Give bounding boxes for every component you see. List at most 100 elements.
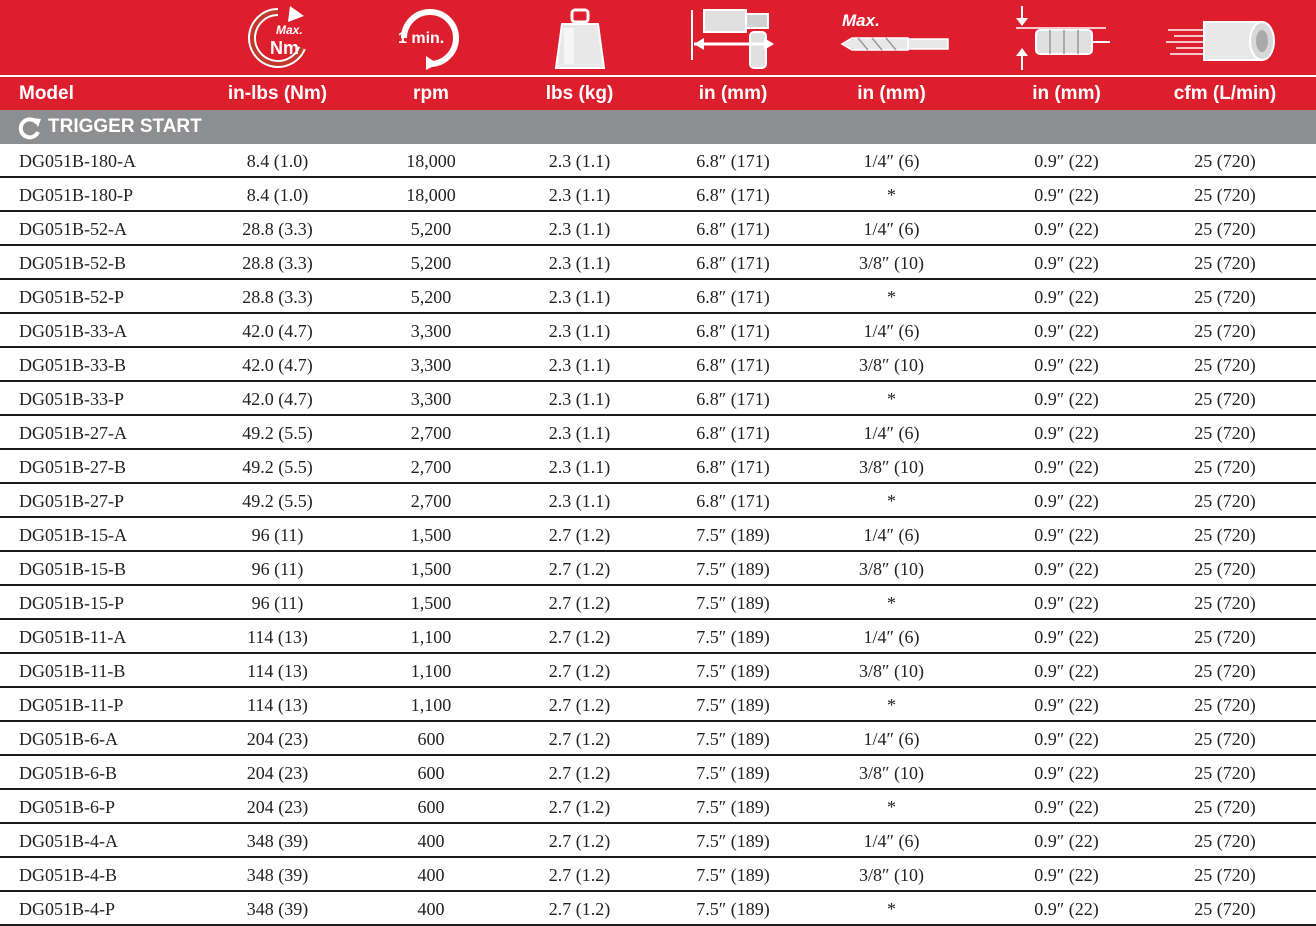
value-cell: 3,300 <box>410 321 452 341</box>
value-cell: 2.7 (1.2) <box>548 525 611 545</box>
section-header: TRIGGER START <box>0 110 1316 144</box>
value-cell: 114 (13) <box>247 695 308 715</box>
value-cell: * <box>887 185 896 205</box>
value-cell: 1/4″ (6) <box>863 729 920 749</box>
value-cell: 25 (720) <box>1194 593 1256 613</box>
value-cell: * <box>887 491 896 511</box>
value-cell: 49.2 (5.5) <box>242 457 313 477</box>
value-cell: 0.9″ (22) <box>1034 253 1099 273</box>
value-cell: 25 (720) <box>1194 695 1256 715</box>
model-cell: DG051B-4-B <box>19 865 117 885</box>
value-cell: 0.9″ (22) <box>1034 593 1099 613</box>
value-cell: 2.7 (1.2) <box>548 661 611 681</box>
value-cell: 3,300 <box>410 355 452 375</box>
value-cell: 7.5″ (189) <box>696 627 770 647</box>
air-flow-icon <box>1166 21 1275 61</box>
value-cell: 0.9″ (22) <box>1034 899 1099 919</box>
table-row: DG051B-6-A 204 (23) 600 2.7 (1.2) 7.5″ (189)… <box>0 722 1316 756</box>
table-row: DG051B-27-B 49.2 (5.5) 2,700 2.3 (1.1) 6.8″ … <box>0 450 1316 484</box>
value-cell: 7.5″ (189) <box>696 695 770 715</box>
value-cell: 2.7 (1.2) <box>548 763 611 783</box>
value-cell: * <box>887 389 896 409</box>
value-cell: 3/8″ (10) <box>859 661 924 681</box>
value-cell: 49.2 (5.5) <box>242 491 313 511</box>
value-cell: 6.8″ (171) <box>696 457 770 477</box>
value-cell: 2.7 (1.2) <box>548 831 611 851</box>
value-cell: * <box>887 797 896 817</box>
value-cell: 3/8″ (10) <box>859 763 924 783</box>
value-cell: 1/4″ (6) <box>863 423 920 443</box>
value-cell: 25 (720) <box>1194 559 1256 579</box>
table-row: DG051B-15-P 96 (11) 1,500 2.7 (1.2) 7.5″ (18… <box>0 586 1316 620</box>
model-cell: DG051B-27-P <box>19 491 125 511</box>
value-cell: * <box>887 287 896 307</box>
value-cell: 1/4″ (6) <box>863 525 920 545</box>
value-cell: 0.9″ (22) <box>1034 831 1099 851</box>
value-cell: 204 (23) <box>246 729 309 749</box>
value-cell: 0.9″ (22) <box>1034 355 1099 375</box>
value-cell: 6.8″ (171) <box>696 253 770 273</box>
value-cell: 3/8″ (10) <box>859 559 924 579</box>
svg-text:1 min.: 1 min. <box>398 30 444 47</box>
table-row: DG051B-11-A 114 (13) 1,100 2.7 (1.2) 7.5″ (1… <box>0 620 1316 654</box>
table-row: DG051B-6-B 204 (23) 600 2.7 (1.2) 7.5″ (189)… <box>0 756 1316 790</box>
value-cell: 7.5″ (189) <box>696 797 770 817</box>
value-cell: 25 (720) <box>1194 287 1256 307</box>
value-cell: 0.9″ (22) <box>1034 729 1099 749</box>
col-speed: rpm <box>413 83 449 104</box>
value-cell: 2.7 (1.2) <box>548 593 611 613</box>
value-cell: 348 (39) <box>246 899 309 919</box>
model-cell: DG051B-33-A <box>19 321 127 341</box>
value-cell: 0.9″ (22) <box>1034 389 1099 409</box>
value-cell: 96 (11) <box>251 593 304 613</box>
speed-icon: 1 min. <box>398 9 459 70</box>
value-cell: 42.0 (4.7) <box>242 355 313 375</box>
value-cell: 1/4″ (6) <box>863 627 920 647</box>
col-offset: in (mm) <box>1032 83 1101 104</box>
value-cell: 25 (720) <box>1194 219 1256 239</box>
table-row: DG051B-27-P 49.2 (5.5) 2,700 2.3 (1.1) 6.8″ … <box>0 484 1316 518</box>
col-length: in (mm) <box>698 83 768 104</box>
value-cell: 0.9″ (22) <box>1034 423 1099 443</box>
value-cell: 5,200 <box>410 219 452 239</box>
value-cell: 1,100 <box>410 695 452 715</box>
table-row: DG051B-4-A 348 (39) 400 2.7 (1.2) 7.5″ (189)… <box>0 824 1316 858</box>
value-cell: 1/4″ (6) <box>863 219 920 239</box>
section-title: TRIGGER START <box>48 116 202 137</box>
table-row: DG051B-6-P 204 (23) 600 2.7 (1.2) 7.5″ (189)… <box>0 790 1316 824</box>
col-weight: lbs (kg) <box>545 83 614 104</box>
value-cell: 400 <box>417 865 445 885</box>
col-model: Model <box>19 83 74 104</box>
value-cell: 42.0 (4.7) <box>242 321 313 341</box>
value-cell: 1,500 <box>410 593 452 613</box>
table-row: DG051B-52-A 28.8 (3.3) 5,200 2.3 (1.1) 6.8″ … <box>0 212 1316 246</box>
value-cell: 1,100 <box>410 627 452 647</box>
value-cell: 3/8″ (10) <box>859 865 924 885</box>
col-torque: in-lbs (Nm) <box>227 83 328 104</box>
value-cell: 96 (11) <box>251 559 304 579</box>
value-cell: 2.7 (1.2) <box>548 627 611 647</box>
model-cell: DG051B-52-B <box>19 253 126 273</box>
table-row: DG051B-11-B 114 (13) 1,100 2.7 (1.2) 7.5″ (1… <box>0 654 1316 688</box>
value-cell: 0.9″ (22) <box>1034 491 1099 511</box>
value-cell: 348 (39) <box>246 865 309 885</box>
value-cell: 2.3 (1.1) <box>548 151 611 171</box>
value-cell: 2.3 (1.1) <box>548 423 611 443</box>
value-cell: 25 (720) <box>1194 627 1256 647</box>
model-cell: DG051B-4-P <box>19 899 116 919</box>
value-cell: 25 (720) <box>1194 899 1256 919</box>
table-row: DG051B-33-A 42.0 (4.7) 3,300 2.3 (1.1) 6.8″ … <box>0 314 1316 348</box>
value-cell: 6.8″ (171) <box>696 491 770 511</box>
model-cell: DG051B-6-A <box>19 729 118 749</box>
value-cell: 2.7 (1.2) <box>548 729 611 749</box>
header-band: Max. Nm 1 min. Max. Model in-lbs (Nm) rp… <box>0 0 1316 110</box>
value-cell: 2.3 (1.1) <box>548 321 611 341</box>
value-cell: 25 (720) <box>1194 355 1256 375</box>
value-cell: 7.5″ (189) <box>696 729 770 749</box>
value-cell: 28.8 (3.3) <box>242 253 313 273</box>
value-cell: 25 (720) <box>1194 831 1256 851</box>
value-cell: 7.5″ (189) <box>696 661 770 681</box>
value-cell: 96 (11) <box>251 525 304 545</box>
value-cell: 0.9″ (22) <box>1034 797 1099 817</box>
value-cell: 25 (720) <box>1194 525 1256 545</box>
